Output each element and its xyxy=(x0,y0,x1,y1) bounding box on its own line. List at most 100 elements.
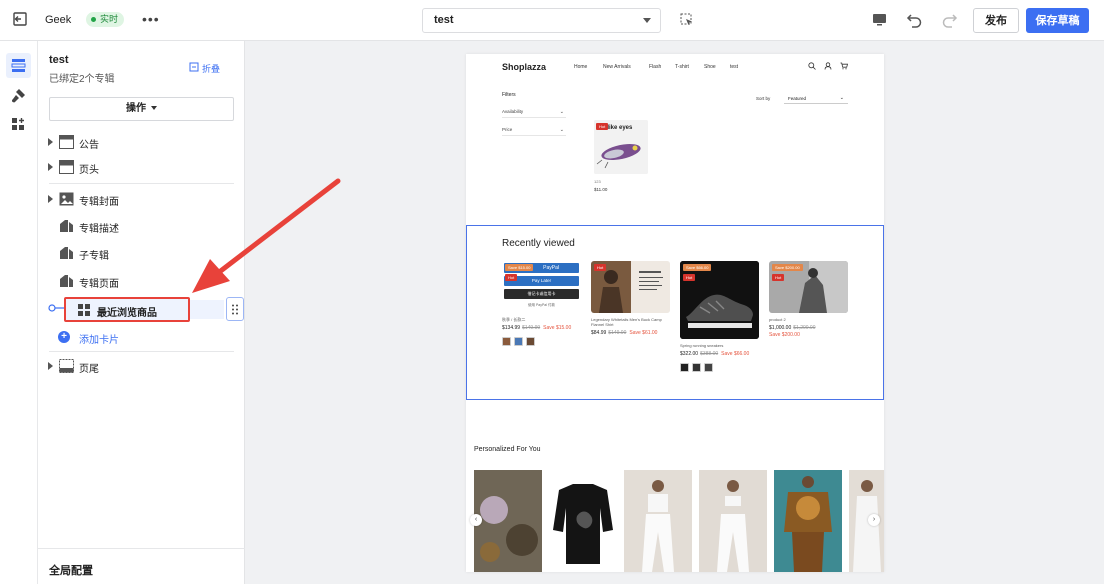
product-card-image[interactable]: elike eyes Hot xyxy=(594,120,648,174)
recently-viewed-section[interactable]: Recently viewed PayPal Pay Later 借记卡或信用卡… xyxy=(466,225,884,400)
section-row-collection-page[interactable]: 专辑页面 xyxy=(38,271,245,291)
color-swatch[interactable] xyxy=(526,337,535,346)
compare-price: $149.00 xyxy=(608,330,627,336)
section-row-footer[interactable]: 页尾 xyxy=(38,356,245,376)
personalized-product-image[interactable] xyxy=(474,470,542,572)
cart-icon[interactable] xyxy=(840,62,848,70)
chevron-down-icon: ⌄ xyxy=(839,95,844,101)
recently-viewed-card[interactable]: Save $200.00 Hot product 2 $1,000.00 $1,2… xyxy=(769,261,848,338)
store-logo[interactable]: Shoplazza xyxy=(502,62,546,72)
element-select-icon[interactable] xyxy=(680,13,693,26)
product-name[interactable]: product 2 xyxy=(769,317,848,322)
sneaker-image xyxy=(680,261,759,339)
filter-label: Availability xyxy=(502,109,524,114)
product-image[interactable]: Save $66.00 Hot xyxy=(680,261,759,339)
drag-handle[interactable] xyxy=(226,297,244,321)
section-row-collection-banner[interactable]: 专辑封面 xyxy=(38,189,245,209)
chevron-down-icon xyxy=(151,106,157,111)
redo-icon[interactable] xyxy=(941,11,958,28)
compare-price: $149.99 xyxy=(522,325,541,331)
debit-card-button[interactable]: 借记卡或信用卡 xyxy=(504,289,579,299)
desktop-device-icon[interactable] xyxy=(872,12,887,27)
product-price-line: $1,000.00 $1,200.00 xyxy=(769,325,848,331)
exit-icon[interactable] xyxy=(12,11,28,27)
global-config-label: 全局配置 xyxy=(49,565,93,577)
brush-icon xyxy=(12,89,25,103)
account-icon[interactable] xyxy=(824,62,832,70)
section-row-header[interactable]: 页头 xyxy=(38,157,245,177)
section-row-sub-collection[interactable]: 子专辑 xyxy=(38,243,245,263)
filter-price[interactable]: Price ⌄ xyxy=(502,123,566,136)
actions-dropdown[interactable]: 操作 xyxy=(49,97,234,121)
recently-viewed-card[interactable]: PayPal Pay Later 借记卡或信用卡 使用 PayPal 付款 Sa… xyxy=(502,261,581,346)
price: $1,000.00 xyxy=(769,325,792,331)
product-name[interactable]: Spring running sneakers xyxy=(680,343,759,348)
live-status-badge: 实时 xyxy=(86,12,125,27)
nav-link-home[interactable]: Home xyxy=(574,64,587,70)
nav-link-new-arrivals[interactable]: New Arrivals xyxy=(603,64,631,70)
compare-price: $1,200.00 xyxy=(793,325,816,331)
rail-apps-button[interactable] xyxy=(6,112,31,137)
search-icon[interactable] xyxy=(808,62,816,70)
product-price: $11.00 xyxy=(594,187,608,192)
storefront-preview[interactable]: Shoplazza Home New Arrivals Flash T-shir… xyxy=(466,54,884,572)
save-amount: Save $66.00 xyxy=(721,351,750,357)
color-swatch[interactable] xyxy=(680,363,689,372)
collapse-button[interactable]: 折叠 xyxy=(189,62,220,75)
color-swatch[interactable] xyxy=(704,363,713,372)
color-swatch[interactable] xyxy=(514,337,523,346)
carousel-prev-icon[interactable]: ‹ xyxy=(470,514,482,526)
recently-viewed-title: Recently viewed xyxy=(502,238,575,249)
recently-viewed-card[interactable]: Save $66.00 Hot Spring running sneakers … xyxy=(680,261,759,372)
recently-viewed-card[interactable]: Hot Legendary Whitetails Men's Buck Camp… xyxy=(591,261,670,336)
product-image[interactable]: Hot xyxy=(591,261,670,313)
product-image[interactable]: Save $200.00 Hot xyxy=(769,261,848,313)
nav-link-flash[interactable]: Flash xyxy=(649,64,661,70)
product-name[interactable]: 123 xyxy=(594,179,601,184)
actions-label: 操作 xyxy=(126,103,146,114)
tag-icon xyxy=(60,275,73,287)
product-name[interactable]: Legendary Whitetails Men's Buck Camp Fla… xyxy=(591,317,670,327)
color-swatch[interactable] xyxy=(502,337,511,346)
carousel-next-icon[interactable]: › xyxy=(868,514,880,526)
global-config-button[interactable]: 全局配置 xyxy=(38,548,245,584)
personalized-product-image[interactable] xyxy=(774,470,842,572)
section-panel: test 已绑定2个专辑 折叠 操作 公告 页头 专辑封面 专辑描述 子专辑 专… xyxy=(38,41,245,584)
section-row-collection-description[interactable]: 专辑描述 xyxy=(38,216,245,236)
nav-link-shoe[interactable]: Shoe xyxy=(704,64,716,70)
save-draft-button[interactable]: 保存草稿 xyxy=(1026,8,1089,33)
section-row-announcement[interactable]: 公告 xyxy=(38,132,245,152)
rail-theme-settings-button[interactable] xyxy=(6,83,31,108)
chevron-down-icon: ⌄ xyxy=(559,127,564,133)
nav-link-test[interactable]: test xyxy=(730,64,738,70)
undo-icon[interactable] xyxy=(906,11,923,28)
filter-availability[interactable]: Availability ⌄ xyxy=(502,105,566,118)
sort-select[interactable]: Featured ⌄ xyxy=(784,92,848,104)
publish-button[interactable]: 发布 xyxy=(973,8,1019,33)
nav-link-tshirt[interactable]: T-shirt xyxy=(675,64,689,70)
image-icon xyxy=(59,192,74,206)
rail-sections-button[interactable] xyxy=(6,53,31,78)
expand-arrow-icon[interactable] xyxy=(48,163,53,171)
personalized-product-image[interactable] xyxy=(699,470,767,572)
card-row-recently-viewed[interactable]: 最近浏览商品 xyxy=(64,297,190,322)
template-title: test xyxy=(49,54,69,66)
more-menu-icon[interactable]: ••• xyxy=(142,11,160,27)
save-amount-line: Save $200.00 xyxy=(769,332,848,338)
expand-arrow-icon[interactable] xyxy=(48,138,53,146)
product-name[interactable]: 秋季 / 长款二 xyxy=(502,317,581,322)
personalized-title: Personalized For You xyxy=(474,446,541,453)
theme-selector[interactable]: test xyxy=(422,8,661,33)
color-swatch[interactable] xyxy=(692,363,701,372)
personalized-product-image[interactable] xyxy=(624,470,692,572)
section-label: 专辑页面 xyxy=(79,279,119,290)
tag-icon xyxy=(60,220,73,232)
divider xyxy=(49,351,234,352)
product-image[interactable]: PayPal Pay Later 借记卡或信用卡 使用 PayPal 付款 Sa… xyxy=(502,261,581,313)
personalized-product-image[interactable] xyxy=(549,470,617,572)
filter-label: Price xyxy=(502,127,513,132)
hot-badge: Hot xyxy=(594,264,607,271)
card-label: 最近浏览商品 xyxy=(97,308,157,319)
expand-arrow-icon[interactable] xyxy=(48,195,53,203)
expand-arrow-icon[interactable] xyxy=(48,362,53,370)
